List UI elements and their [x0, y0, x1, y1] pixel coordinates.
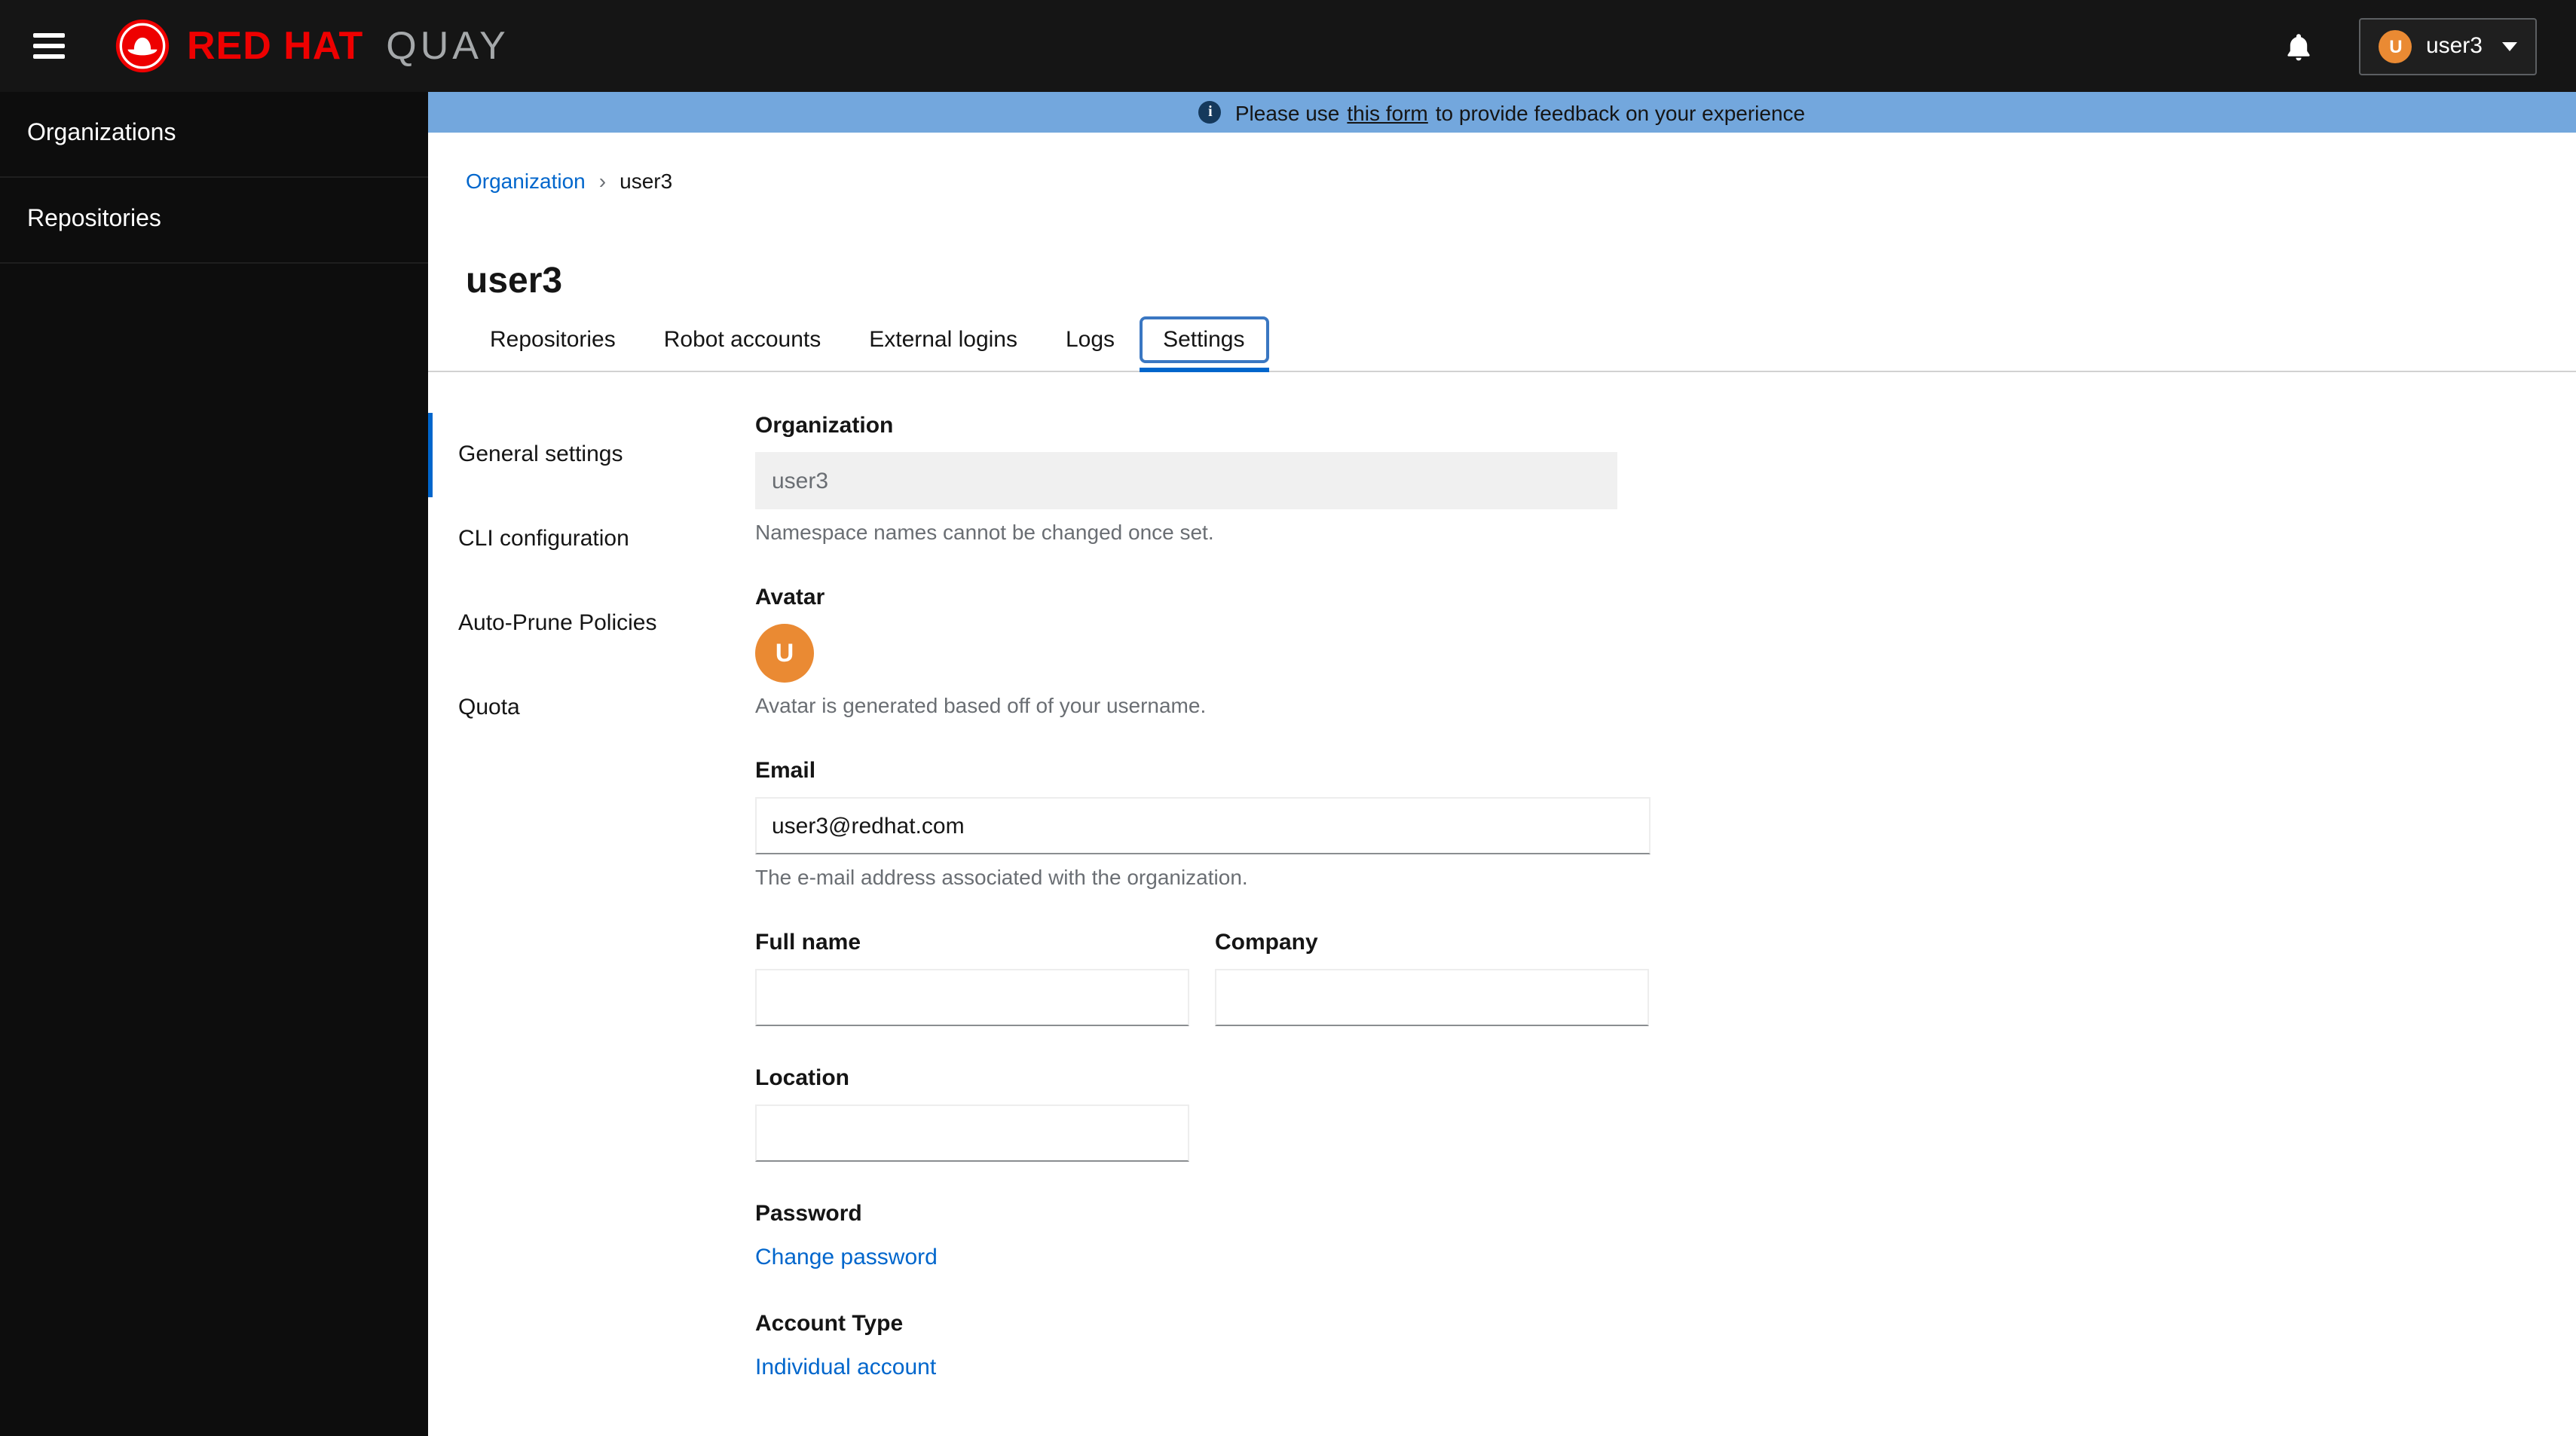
- feedback-banner: i Please use this form to provide feedba…: [428, 92, 2576, 133]
- account-type-label: Account Type: [755, 1311, 904, 1337]
- tab-logs[interactable]: Logs: [1042, 316, 1139, 363]
- change-password-link[interactable]: Change password: [755, 1245, 938, 1270]
- sidebar-item-organizations[interactable]: Organizations: [0, 92, 428, 178]
- settings-layout: General settings CLI configuration Auto-…: [428, 372, 2576, 1421]
- page-title: user3: [466, 261, 563, 301]
- banner-text-suffix: to provide feedback on your experience: [1435, 100, 1806, 124]
- location-input[interactable]: [755, 1104, 1189, 1162]
- sidebar-item-repositories[interactable]: Repositories: [0, 178, 428, 264]
- hamburger-icon: [33, 33, 65, 38]
- email-helper: The e-mail address associated with the o…: [755, 865, 1248, 889]
- menu-toggle-button[interactable]: [27, 23, 72, 69]
- breadcrumb: Organization › user3: [466, 169, 2576, 193]
- brand-quay-text: QUAY: [386, 23, 509, 68]
- form-row-name-company: Full name Company: [755, 930, 1651, 1026]
- breadcrumb-organization-link[interactable]: Organization: [466, 169, 586, 193]
- individual-account-link[interactable]: Individual account: [755, 1355, 936, 1380]
- avatar-helper: Avatar is generated based off of your us…: [755, 693, 1207, 717]
- feedback-form-link[interactable]: this form: [1347, 100, 1427, 124]
- subnav-auto-prune-policies[interactable]: Auto-Prune Policies: [428, 582, 730, 666]
- full-name-label: Full name: [755, 930, 861, 955]
- page-content: Organization › user3 user3 Repositories …: [428, 133, 2576, 1436]
- sidebar: Organizations Repositories: [0, 92, 428, 1436]
- avatar-label: Avatar: [755, 585, 825, 610]
- general-settings-form: Organization Namespace names cannot be c…: [755, 372, 1651, 1421]
- app-root: RED HAT QUAY U user3 Organizations Repos…: [0, 0, 2576, 1436]
- tab-repositories[interactable]: Repositories: [466, 316, 640, 363]
- brand-red-hat-text: RED HAT: [187, 23, 364, 68]
- location-label: Location: [755, 1065, 849, 1091]
- brand-logo[interactable]: RED HAT QUAY: [115, 18, 509, 74]
- form-group-password: Password Change password: [755, 1201, 1651, 1272]
- tab-robot-accounts[interactable]: Robot accounts: [640, 316, 845, 363]
- form-group-account-type: Account Type Individual account: [755, 1311, 1651, 1382]
- form-group-avatar: Avatar U Avatar is generated based off o…: [755, 585, 1651, 719]
- subnav-quota[interactable]: Quota: [428, 666, 730, 750]
- user-avatar: U: [2379, 29, 2412, 63]
- masthead: RED HAT QUAY U user3: [0, 0, 2576, 92]
- organization-helper: Namespace names cannot be changed once s…: [755, 520, 1214, 544]
- masthead-actions: U user3: [2281, 17, 2537, 75]
- info-circle-icon: i: [1198, 101, 1222, 124]
- form-group-location: Location: [755, 1065, 1651, 1162]
- banner-text-prefix: Please use: [1234, 100, 1340, 124]
- chevron-down-icon: [2502, 41, 2517, 50]
- company-input[interactable]: [1215, 969, 1649, 1026]
- user-name: user3: [2425, 33, 2483, 59]
- password-label: Password: [755, 1201, 862, 1227]
- angle-right-icon: ›: [598, 169, 607, 193]
- user-menu-dropdown[interactable]: U user3: [2359, 17, 2537, 75]
- breadcrumb-current: user3: [620, 169, 673, 193]
- form-group-full-name: Full name: [755, 930, 1189, 1026]
- tab-settings[interactable]: Settings: [1139, 316, 1269, 372]
- email-label: Email: [755, 758, 816, 784]
- form-group-company: Company: [1215, 930, 1649, 1026]
- subnav-general-settings[interactable]: General settings: [428, 413, 730, 497]
- red-hat-logo-icon: [115, 19, 170, 73]
- form-group-email: Email The e-mail address associated with…: [755, 758, 1651, 891]
- app-body: Organizations Repositories i Please use …: [0, 92, 2576, 1436]
- organization-avatar: U: [755, 624, 814, 683]
- main-area: i Please use this form to provide feedba…: [428, 92, 2576, 1436]
- tab-external-logins[interactable]: External logins: [845, 316, 1042, 363]
- settings-subnav: General settings CLI configuration Auto-…: [428, 372, 730, 750]
- full-name-input[interactable]: [755, 969, 1189, 1026]
- email-input[interactable]: [755, 797, 1651, 854]
- subnav-cli-configuration[interactable]: CLI configuration: [428, 497, 730, 582]
- notifications-button[interactable]: [2281, 28, 2317, 64]
- bell-icon: [2288, 33, 2311, 60]
- organization-label: Organization: [755, 413, 894, 438]
- organization-input[interactable]: [755, 452, 1617, 509]
- form-group-organization: Organization Namespace names cannot be c…: [755, 413, 1651, 545]
- company-label: Company: [1215, 930, 1318, 955]
- tab-bar: Repositories Robot accounts External log…: [428, 316, 2576, 372]
